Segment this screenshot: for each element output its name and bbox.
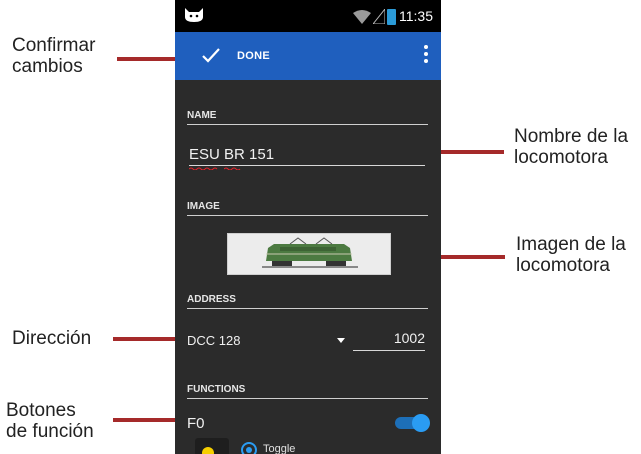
address-value-input[interactable]: 1002 [353,330,425,350]
annotation-confirm-line1: Confirmar [12,35,96,56]
annotation-name-line2: locomotora [514,147,608,168]
annotation-name-line1: Nombre de la [514,126,629,147]
annotation-confirm-line2: cambios [12,56,83,77]
phone-screen: 11:35 DONE NAME ESU BR 151 IMAGE ADDRESS [175,0,441,454]
done-button[interactable]: DONE [237,50,270,62]
address-type-dropdown[interactable]: DCC 128 [187,333,240,348]
section-name-divider [187,124,428,125]
section-image-divider [187,215,428,216]
locomotive-image[interactable] [227,233,391,275]
annotation-functions-line1: Botones [6,400,76,421]
annotation-address: Dirección [12,328,91,349]
toggle-mode-label: Toggle [263,443,296,454]
annotation-confirm: Confirmar cambios [12,35,95,77]
notification-cat-icon [185,8,203,22]
name-input-underline [189,165,425,166]
annotation-address-line1: Dirección [12,328,92,349]
section-name-label: NAME [187,110,217,121]
annotation-image: Imagen de la locomotora [516,234,626,276]
section-functions-label: FUNCTIONS [187,384,246,395]
locomotive-picture [228,234,390,274]
annotation-image-line1: Imagen de la [516,234,626,255]
function-f0-label: F0 [187,415,205,432]
spellcheck-underline [189,167,218,170]
toggle-mode-radio[interactable] [241,442,257,454]
lightbulb-icon [202,447,214,454]
annotation-functions: Botones de función [6,400,94,442]
annotation-name: Nombre de la locomotora [514,126,628,168]
toggle-knob[interactable] [412,414,430,432]
section-address-label: ADDRESS [187,294,236,305]
address-input-underline [353,350,425,351]
annotation-functions-pointer [113,418,179,422]
wifi-icon [353,10,371,24]
spellcheck-underline [224,167,241,170]
battery-icon [387,9,396,25]
annotation-functions-line2: de función [6,421,94,442]
section-image-label: IMAGE [187,201,220,212]
annotation-image-line2: locomotora [516,255,610,276]
action-bar: DONE [175,32,441,80]
section-functions-divider [187,398,428,399]
section-address-divider [187,308,428,309]
signal-icon [373,9,385,24]
status-bar: 11:35 [175,0,441,32]
done-check-icon[interactable] [201,45,221,65]
overflow-menu-icon[interactable] [423,45,429,67]
annotation-address-pointer [113,337,176,341]
dropdown-caret-icon[interactable] [337,338,345,343]
clock: 11:35 [399,8,433,24]
